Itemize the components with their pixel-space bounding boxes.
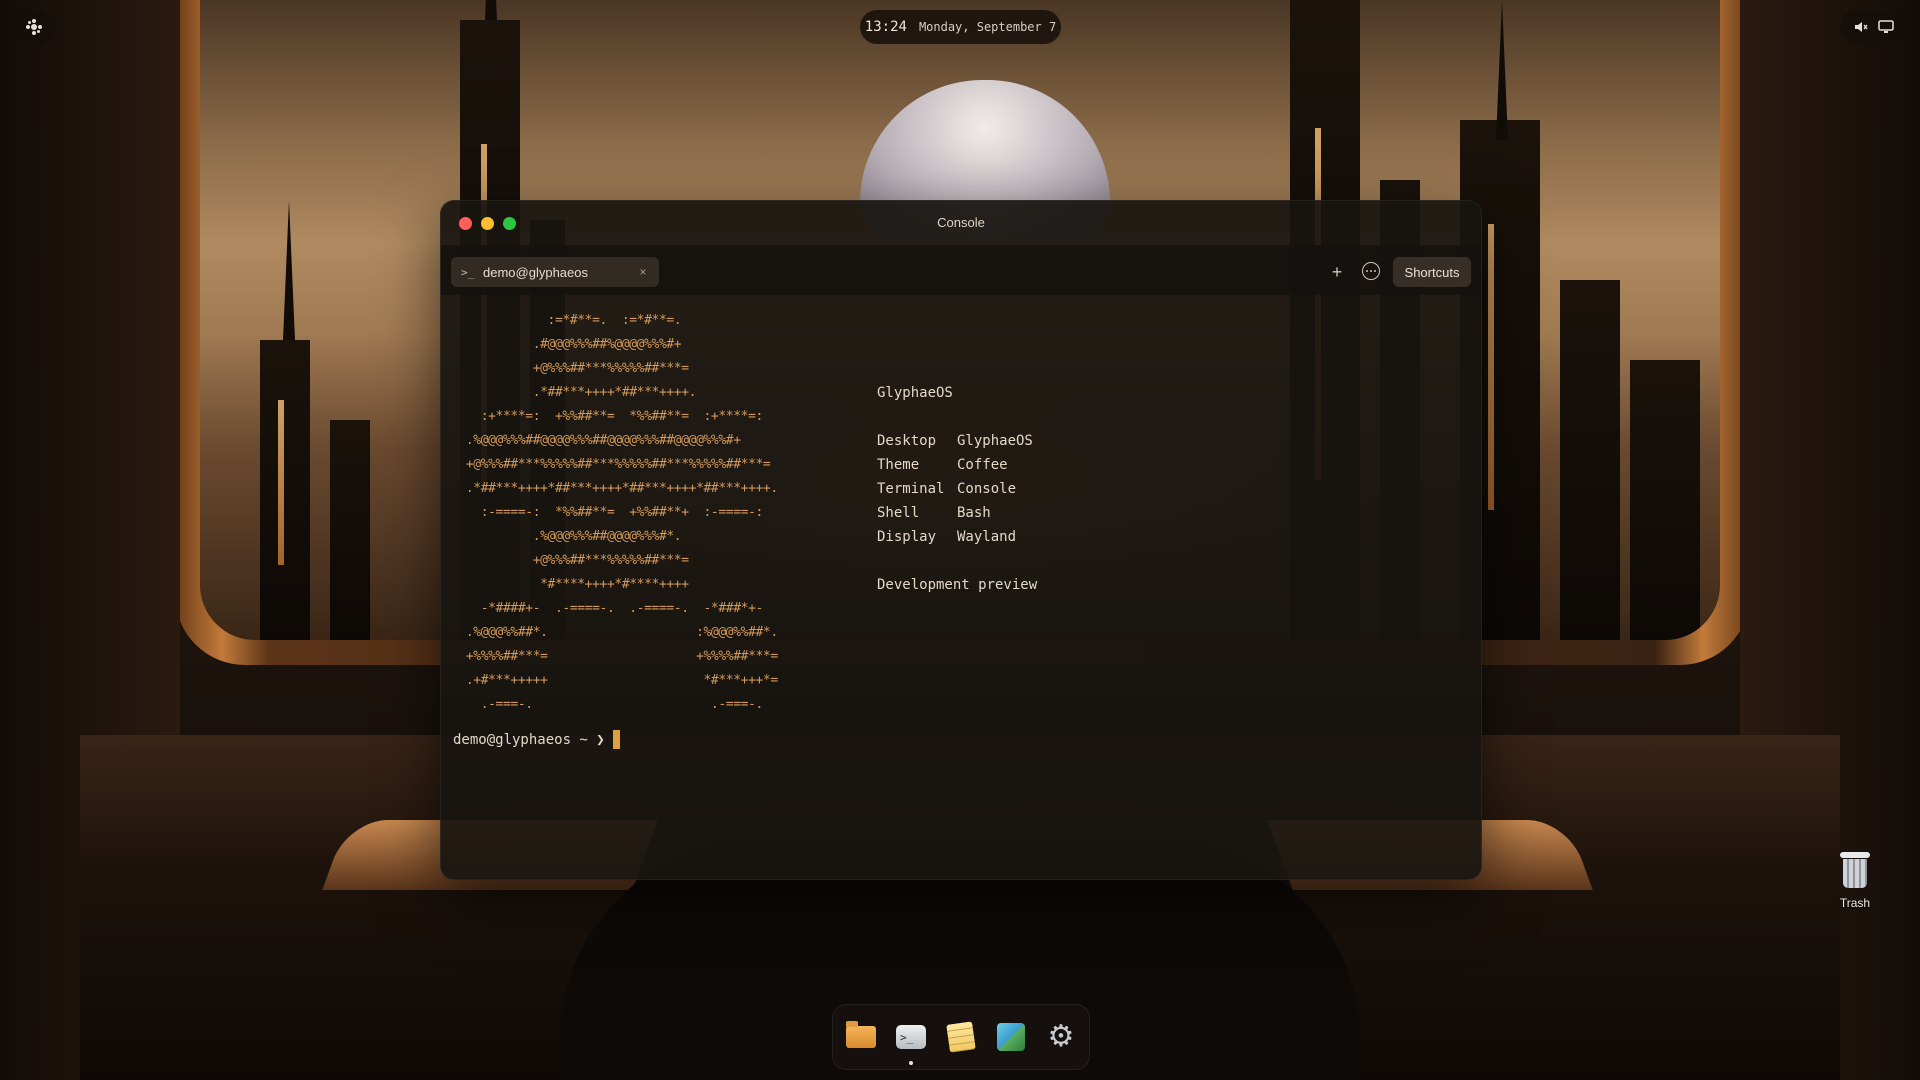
dock-item-photos[interactable] bbox=[993, 1019, 1029, 1055]
info-row: Theme Coffee bbox=[877, 457, 1008, 473]
info-row: Display Wayland bbox=[877, 529, 1017, 545]
dock-item-settings[interactable]: ⚙ bbox=[1043, 1019, 1079, 1055]
info-title: GlyphaeOS bbox=[877, 385, 953, 401]
prompt-text: demo@glyphaeos ~ ❯ bbox=[453, 731, 605, 748]
wallpaper-spire bbox=[485, 0, 497, 20]
trash-label: Trash bbox=[1839, 896, 1871, 910]
wallpaper-tower bbox=[330, 420, 370, 640]
wallpaper-tower bbox=[260, 340, 310, 640]
info-row: Terminal Console bbox=[877, 481, 1017, 497]
trash-icon bbox=[1840, 852, 1870, 888]
info-footer: Development preview bbox=[877, 577, 1038, 593]
display-icon bbox=[1878, 20, 1894, 33]
terminal-icon: >_ bbox=[896, 1025, 926, 1049]
dock-item-notes[interactable] bbox=[943, 1019, 979, 1055]
system-tray[interactable] bbox=[1840, 10, 1908, 44]
wallpaper-spire bbox=[1496, 0, 1508, 140]
console-window[interactable]: Console >_ demo@glyphaeos × + Shortcuts … bbox=[440, 200, 1482, 880]
settings-icon: ⚙ bbox=[1047, 1020, 1075, 1053]
tab-bar: >_ demo@glyphaeos × + Shortcuts bbox=[441, 245, 1481, 295]
trash-desktop-item[interactable]: Trash bbox=[1830, 852, 1880, 910]
clock-date: Monday, September 7 bbox=[918, 20, 1057, 34]
new-tab-button[interactable]: + bbox=[1325, 261, 1349, 285]
shell-prompt[interactable]: demo@glyphaeos ~ ❯ bbox=[453, 730, 620, 749]
file-manager-icon bbox=[846, 1021, 876, 1048]
notes-icon bbox=[946, 1021, 976, 1053]
close-tab-icon[interactable]: × bbox=[633, 265, 653, 279]
text-cursor bbox=[612, 730, 620, 749]
wallpaper-tower bbox=[1630, 360, 1700, 640]
wallpaper-spire bbox=[283, 200, 295, 340]
ascii-logo: :=*#**=. :=*#**=. .#@@@%%%##%@@@@%%%#+ +… bbox=[465, 313, 778, 712]
shortcuts-button[interactable]: Shortcuts bbox=[1393, 257, 1471, 287]
wallpaper-tower bbox=[1560, 280, 1620, 640]
activities-icon bbox=[26, 19, 42, 35]
dock: >_ ⚙ bbox=[832, 1004, 1090, 1070]
system-info: GlyphaeOS Desktop GlyphaeOS Theme Coffee T… bbox=[877, 381, 1037, 597]
window-titlebar[interactable]: Console bbox=[441, 201, 1481, 245]
terminal-prompt-icon: >_ bbox=[461, 265, 475, 279]
running-indicator bbox=[909, 1061, 913, 1065]
activities-button[interactable] bbox=[12, 10, 56, 44]
info-row: Shell Bash bbox=[877, 505, 991, 521]
tab-label: demo@glyphaeos bbox=[483, 264, 588, 280]
dock-item-console[interactable]: >_ bbox=[893, 1019, 929, 1065]
terminal-output[interactable]: :=*#**=. :=*#**=. .#@@@%%%##%@@@@%%%#+ +… bbox=[441, 295, 1481, 879]
volume-muted-icon bbox=[1855, 22, 1868, 32]
window-title: Console bbox=[937, 215, 985, 230]
dock-item-files[interactable] bbox=[843, 1019, 879, 1055]
tab-demo-glyphaeos[interactable]: >_ demo@glyphaeos × bbox=[451, 257, 659, 287]
info-row: Desktop GlyphaeOS bbox=[877, 433, 1033, 449]
clock-pill[interactable]: 13:24 Monday, September 7 bbox=[860, 10, 1061, 44]
clock-time: 13:24 bbox=[864, 19, 907, 35]
more-options-icon[interactable] bbox=[1362, 262, 1380, 280]
photos-icon bbox=[997, 1023, 1025, 1051]
